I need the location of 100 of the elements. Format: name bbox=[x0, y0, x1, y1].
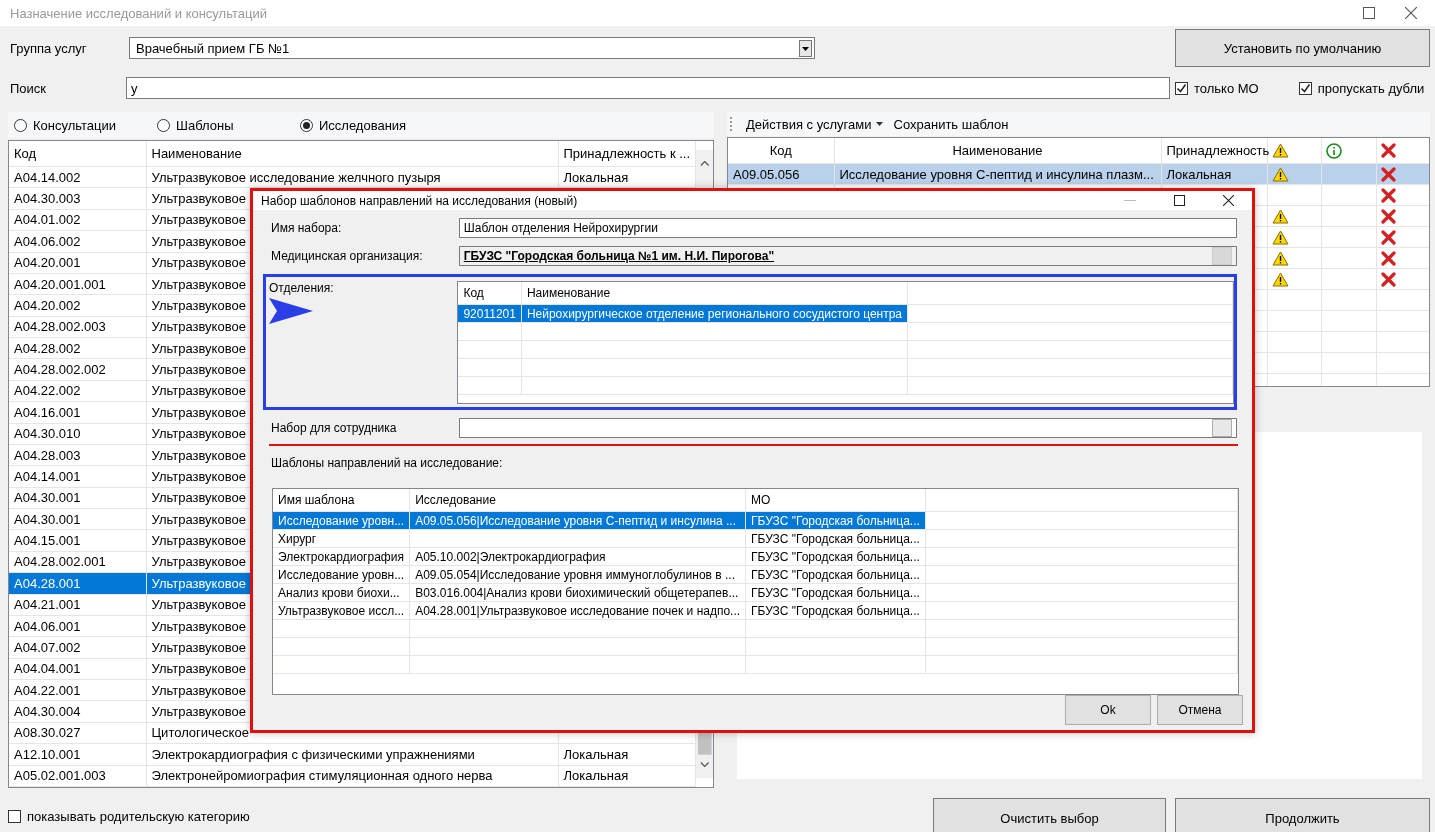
column-header[interactable]: Имя шаблона bbox=[273, 489, 410, 512]
column-header[interactable]: МО bbox=[745, 489, 926, 512]
field-label: Группа услуг bbox=[9, 40, 88, 56]
maximize-icon[interactable] bbox=[1363, 7, 1375, 19]
checkbox[interactable] bbox=[8, 809, 21, 823]
table-cell: A12.10.001 bbox=[14, 746, 81, 762]
radio-label: Консультации bbox=[33, 117, 117, 133]
table-cell: A04.28.002.002 bbox=[14, 362, 106, 378]
column-header[interactable]: Принадлежность к ... bbox=[558, 141, 695, 167]
field-label: Имя набора: bbox=[270, 221, 343, 235]
delete-icon[interactable] bbox=[1380, 187, 1396, 203]
table-cell: Ультразвуковое bbox=[151, 191, 246, 207]
checkbox[interactable] bbox=[1298, 81, 1312, 95]
table-cell: A08.30.027 bbox=[14, 725, 81, 741]
caret-icon bbox=[875, 121, 884, 127]
column-header[interactable]: Наименование bbox=[952, 143, 1043, 158]
table-cell: Электрокардиография с физическими упражнениями bbox=[151, 746, 475, 762]
radio-label: Исследования bbox=[319, 117, 407, 133]
column-header[interactable]: Наименование bbox=[146, 141, 558, 167]
dialog-button[interactable]: Ok bbox=[1065, 695, 1151, 725]
delete-icon[interactable] bbox=[1380, 250, 1396, 266]
delete-icon[interactable] bbox=[1380, 208, 1396, 224]
table-cell: ГБУЗС "Городская больница... bbox=[751, 549, 920, 564]
service-group-dropdown[interactable]: Врачебный прием ГБ №1 bbox=[129, 37, 815, 59]
table-row[interactable]: Хирург ГБУЗС "Городская больница... bbox=[273, 529, 1238, 548]
table-cell: Ультразвуковое bbox=[151, 618, 246, 634]
set-default-button[interactable]: Установить по умолчанию bbox=[1175, 29, 1430, 67]
table-cell: A04.15.001 bbox=[14, 533, 81, 549]
table-cell: Ультразвуковое иссл... bbox=[278, 603, 405, 618]
column-header[interactable]: Код bbox=[9, 141, 146, 167]
table-cell: Локальная bbox=[563, 169, 629, 185]
radio-button[interactable] bbox=[300, 118, 313, 132]
table-cell: Ультразвуковое bbox=[151, 319, 246, 335]
table-row[interactable]: A12.10.001 Электрокардиография с физическими упражнениями Локальная bbox=[9, 743, 695, 765]
table-cell: A04.30.010 bbox=[14, 426, 81, 442]
close-icon[interactable] bbox=[1405, 7, 1417, 19]
table-cell: Ультразвуковое bbox=[151, 340, 246, 356]
search-field[interactable]: у bbox=[126, 77, 1170, 99]
organization-field[interactable]: ГБУЗС "Городская больница №1 им. Н.И. Пирогова" bbox=[458, 246, 1237, 266]
table-cell: Электронейромиография стимуляционная одного нерва bbox=[151, 768, 493, 784]
table-cell: Исследование уровн... bbox=[278, 567, 405, 582]
table-cell: Ультразвуковое bbox=[151, 212, 246, 228]
column-header[interactable]: Принадлежность bbox=[1166, 143, 1270, 158]
radio-button[interactable] bbox=[14, 118, 27, 132]
table-cell: Ультразвуковое bbox=[151, 682, 246, 698]
table-cell: Ультразвуковое bbox=[151, 426, 246, 442]
delete-icon[interactable] bbox=[1380, 229, 1396, 245]
column-header[interactable]: Наименование bbox=[521, 282, 908, 305]
table-row[interactable]: Исследование уровн... A09.05.056|Исследование уровня С-пептид и инсулина ... ГБУЗС "Городская больница... bbox=[273, 511, 1238, 530]
table-cell: Цитологическое bbox=[151, 725, 249, 741]
maximize-icon[interactable] bbox=[1174, 195, 1185, 206]
table-cell: Ультразвуковое bbox=[151, 233, 246, 249]
table-cell: Ультразвуковое bbox=[151, 575, 246, 591]
table-cell: A04.30.001 bbox=[14, 490, 81, 506]
employee-field[interactable] bbox=[458, 418, 1237, 438]
delete-icon[interactable] bbox=[1380, 166, 1396, 182]
table-cell: Ультразвуковое bbox=[151, 597, 246, 613]
table-cell: Локальная bbox=[563, 768, 629, 784]
table-row[interactable]: Анализ крови биохи... B03.016.004|Анализ крови биохимический общетерапев... ГБУЗС "Городская больница... bbox=[273, 583, 1238, 602]
radio-button[interactable] bbox=[157, 118, 170, 132]
table-cell: ГБУЗС "Городская больница... bbox=[751, 531, 920, 546]
save-template-button[interactable]: Сохранить шаблон bbox=[889, 116, 1013, 132]
dialog-button[interactable]: Отмена bbox=[1157, 695, 1243, 725]
column-header[interactable]: Код bbox=[769, 143, 792, 158]
pointer-arrow-icon bbox=[269, 298, 313, 324]
dialog-button[interactable]: Продолжить bbox=[1175, 798, 1430, 832]
actions-menu-button[interactable]: Действия с услугами bbox=[742, 116, 888, 132]
table-cell: Ультразвуковое bbox=[151, 276, 246, 292]
table-cell: Ультразвуковое исследование желчного пузыря bbox=[151, 169, 441, 185]
table-cell: A04.20.001.001 bbox=[14, 276, 106, 292]
table-cell: Ультразвуковое bbox=[151, 490, 246, 506]
delete-icon[interactable] bbox=[1380, 271, 1396, 287]
close-icon[interactable] bbox=[1223, 195, 1234, 206]
table-row[interactable]: A09.05.056 Исследование уровня С-пептид и инсулина плазм... Локальная bbox=[728, 163, 1429, 185]
table-row[interactable]: Электрокардиография A05.10.002|Электрокардиография ГБУЗС "Городская больница... bbox=[273, 547, 1238, 566]
table-cell: A04.14.001 bbox=[14, 468, 81, 484]
table-cell: Ультразвуковое bbox=[151, 297, 246, 313]
table-row[interactable]: A05.02.001.003 Электронейромиография стимуляционная одного нерва Локальная bbox=[9, 765, 695, 787]
column-header[interactable]: Код bbox=[458, 282, 522, 305]
dialog-button[interactable]: Очистить выбор bbox=[933, 798, 1166, 832]
table-row[interactable]: Ультразвуковое иссл... A04.28.001|Ультразвуковое исследование почек и надпо... ГБУЗС "Городская больница... bbox=[273, 601, 1238, 620]
table-row[interactable]: Исследование уровн... A09.05.054|Исследование уровня иммуноглобулинов в ... ГБУЗС "Городская больница... bbox=[273, 565, 1238, 584]
column-header[interactable]: Исследование bbox=[409, 489, 746, 512]
table-cell: A09.05.056 bbox=[733, 166, 800, 182]
table-cell: A04.28.003 bbox=[14, 447, 81, 463]
table-cell: B03.016.004|Анализ крови биохимический общетерапев... bbox=[415, 585, 739, 600]
table-cell: A04.28.001 bbox=[14, 575, 81, 591]
table-cell: Анализ крови биохи... bbox=[278, 585, 400, 600]
table-cell: Электрокардиография bbox=[278, 549, 404, 564]
table-cell: A05.10.002|Электрокардиография bbox=[415, 549, 606, 564]
table-cell: Хирург bbox=[278, 531, 317, 546]
table-cell: A04.07.002 bbox=[14, 639, 81, 655]
table-cell: Ультразвуковое bbox=[151, 511, 246, 527]
table-cell: A04.22.001 bbox=[14, 682, 81, 698]
checkbox[interactable] bbox=[1175, 81, 1188, 95]
table-cell: Локальная bbox=[1166, 166, 1232, 182]
table-row[interactable]: 92011201 Нейрохирургическое отделение регионального сосудистого центра bbox=[458, 304, 1233, 323]
table-row[interactable]: A04.14.002 Ультразвуковое исследование желчного пузыря Локальная bbox=[9, 166, 695, 188]
radio-label: Шаблоны bbox=[176, 117, 234, 133]
set-name-field[interactable]: Шаблон отделения Нейрохирургии bbox=[458, 218, 1237, 238]
